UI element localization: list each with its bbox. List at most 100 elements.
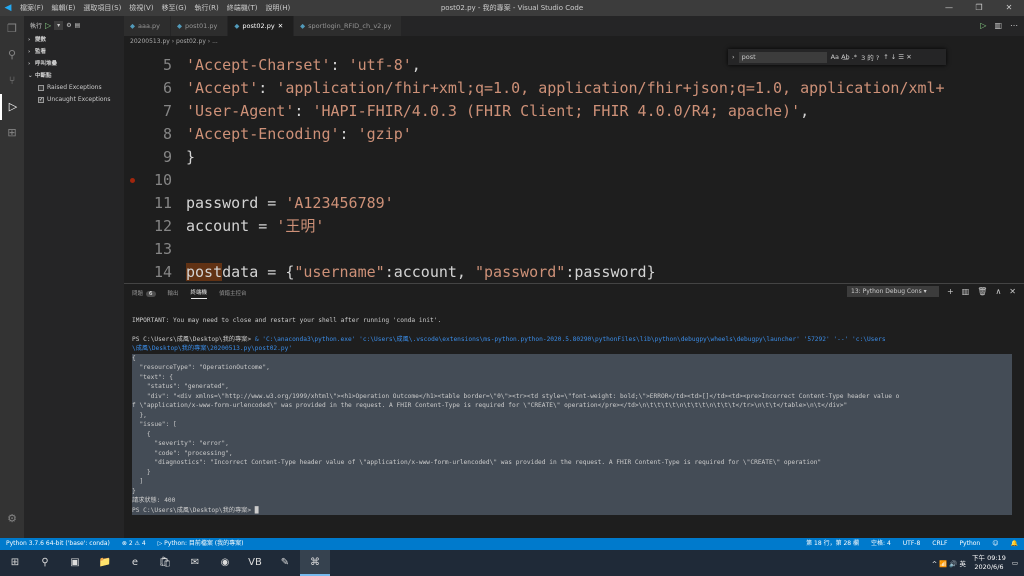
tray-icons[interactable]: ^ 📶 🔊 英 [932,558,966,568]
start-debug-button[interactable]: ▷ [45,21,51,30]
file-explorer-icon[interactable]: 📁 [90,550,120,576]
edge-icon[interactable]: e [120,550,150,576]
tab-post02[interactable]: ◆ post02.py ✕ [228,16,295,36]
store-icon[interactable]: 🛍 [150,550,180,576]
debug-toolbar: 執行 ▷ ▾ ⚙ ▤ [24,16,124,34]
explorer-icon[interactable]: ❐ [0,16,24,42]
panel-tab-terminal[interactable]: 終端機 [190,288,208,299]
maximize-panel-button[interactable]: ∧ [995,287,1001,296]
find-input[interactable]: post [738,51,827,63]
run-file-icon[interactable]: ▷ [980,16,986,36]
tab-aaa[interactable]: ◆ aaa.py [124,16,171,36]
problems-count-badge: 6 [146,291,156,297]
section-breakpoints[interactable]: ⌄ 中斷點 [24,70,124,82]
section-variables[interactable]: › 變數 [24,34,124,46]
task-view-icon[interactable]: ▣ [60,550,90,576]
breadcrumb[interactable]: 20200513.py › post02.py › ... [124,36,1024,48]
find-widget: › post Aa A͟b .* 3 的 ? ↑ ↓ ☰ ✕ [728,49,946,65]
panel-tab-problems[interactable]: 問題 6 [132,289,156,297]
menu-help[interactable]: 說明(H) [262,0,295,16]
encoding[interactable]: UTF-8 [897,538,927,550]
code-line: 10 [124,169,1024,192]
search-match-highlight: post [186,263,223,281]
chevron-right-icon: › [28,61,31,67]
notification-icon[interactable]: ▭ [1012,559,1018,567]
debug-config-select[interactable]: ▾ [54,20,64,30]
problems-status[interactable]: ⊗ 2 ⚠ 4 [116,538,152,550]
section-call-stack[interactable]: › 呼叫堆疊 [24,58,124,70]
search-icon[interactable]: ⚲ [0,42,24,68]
checkbox-checked[interactable]: ✓ [38,97,44,103]
breakpoint-uncaught-exceptions[interactable]: ✓ Uncaught Exceptions [24,94,124,106]
feedback-icon[interactable]: ☺ [986,538,1004,550]
panel-tab-debug-console[interactable]: 偵錯主控台 [219,289,247,297]
debug-config-status[interactable]: ▷ Python: 目前檔案 (我的專案) [152,538,250,550]
menu-selection[interactable]: 選取項目(S) [79,0,125,16]
close-icon[interactable]: ✕ [278,16,283,36]
run-label: 執行 [30,22,43,30]
vscode-taskbar-icon[interactable]: ⌘ [300,550,330,576]
source-control-icon[interactable]: ⑂ [0,68,24,94]
menu-view[interactable]: 檢視(V) [125,0,157,16]
clock[interactable]: 下午 09:19 2020/6/6 [972,554,1006,572]
status-bar: Python 3.7.6 64-bit ('base': conda) ⊗ 2 … [0,538,1024,550]
cursor-position[interactable]: 第 18 行，第 28 欄 [800,538,865,550]
taskbar: ⊞ ⚲ ▣ 📁 e 🛍 ✉ ◉ VB ✎ ⌘ ^ 📶 🔊 英 下午 09:19 … [0,550,1024,576]
run-debug-icon[interactable]: ▷ [0,94,24,120]
editor-tabs: ◆ aaa.py ◆ post01.py ◆ post02.py ✕ ◆ sportlog… [124,16,1024,36]
activity-bar: ❐ ⚲ ⑂ ▷ ⊞ ⚙ [0,16,24,538]
python-file-icon: ◆ [300,22,306,30]
kill-terminal-button[interactable]: 🗑 [977,287,987,296]
visual-basic-icon[interactable]: VB [240,550,270,576]
terminal-output[interactable]: IMPORTANT: You may need to close and res… [132,306,1012,534]
more-icon[interactable]: ⋯ [1010,16,1018,36]
bottom-panel: 問題 6 輸出 終端機 偵錯主控台 13: Python Debug Cons ▾… [124,283,1024,538]
gear-icon[interactable]: ⚙ [66,22,71,29]
debug-console-icon[interactable]: ▤ [75,22,81,29]
breakpoint-raised-exceptions[interactable]: Raised Exceptions [24,82,124,94]
section-watch[interactable]: › 監看 [24,46,124,58]
python-file-icon: ◆ [130,22,135,30]
python-interpreter[interactable]: Python 3.7.6 64-bit ('base': conda) [0,538,116,550]
code-editor[interactable]: 5 'Accept-Charset': 'utf-8', 6 'Accept': '… [124,48,1024,283]
menu-terminal[interactable]: 終端機(T) [223,0,262,16]
gear-icon[interactable]: ⚙ [0,506,24,532]
close-window-button[interactable]: ✕ [994,0,1024,16]
terminal-select[interactable]: 13: Python Debug Cons ▾ [847,286,940,297]
panel-tab-output[interactable]: 輸出 [168,289,179,297]
indentation[interactable]: 空格: 4 [865,538,897,550]
minimize-button[interactable]: — [934,0,964,16]
menu-edit[interactable]: 編輯(E) [48,0,80,16]
find-nav-buttons[interactable]: ↑ ↓ ☰ ✕ [883,53,911,61]
minimap[interactable] [944,48,1024,283]
tab-post01[interactable]: ◆ post01.py [171,16,229,36]
split-editor-icon[interactable]: ▥ [994,16,1002,36]
checkbox[interactable] [38,85,44,91]
menu-go[interactable]: 移至(G) [158,0,191,16]
split-terminal-button[interactable]: ▥ [962,287,970,296]
close-panel-button[interactable]: ✕ [1009,287,1016,296]
menu-run[interactable]: 執行(R) [190,0,222,16]
chrome-icon[interactable]: ◉ [210,550,240,576]
language-mode[interactable]: Python [953,538,986,550]
menu-file[interactable]: 檔案(F) [16,0,48,16]
tab-sportlogin[interactable]: ◆ sportlogin_RFID_ch_v2.py [294,16,403,36]
system-tray: ^ 📶 🔊 英 下午 09:19 2020/6/6 ▭ [932,550,1018,576]
vscode-logo-icon: ◀ [4,3,12,13]
bell-icon[interactable]: 🔔 [1005,538,1024,550]
chevron-right-icon[interactable]: › [732,53,735,61]
start-icon[interactable]: ⊞ [0,550,30,576]
app-icon[interactable]: ✎ [270,550,300,576]
search-icon[interactable]: ⚲ [30,550,60,576]
line-ending[interactable]: CRLF [926,538,953,550]
python-file-icon: ◆ [177,22,182,30]
new-terminal-button[interactable]: + [947,287,954,296]
extensions-icon[interactable]: ⊞ [0,120,24,146]
mail-icon[interactable]: ✉ [180,550,210,576]
python-file-icon: ◆ [234,22,240,30]
chevron-right-icon: › [28,49,31,55]
find-result-count: 3 的 ? [861,54,880,62]
find-options[interactable]: Aa A͟b .* [831,53,857,61]
breakpoint-dot-icon[interactable] [130,178,135,183]
maximize-button[interactable]: ❐ [964,0,994,16]
